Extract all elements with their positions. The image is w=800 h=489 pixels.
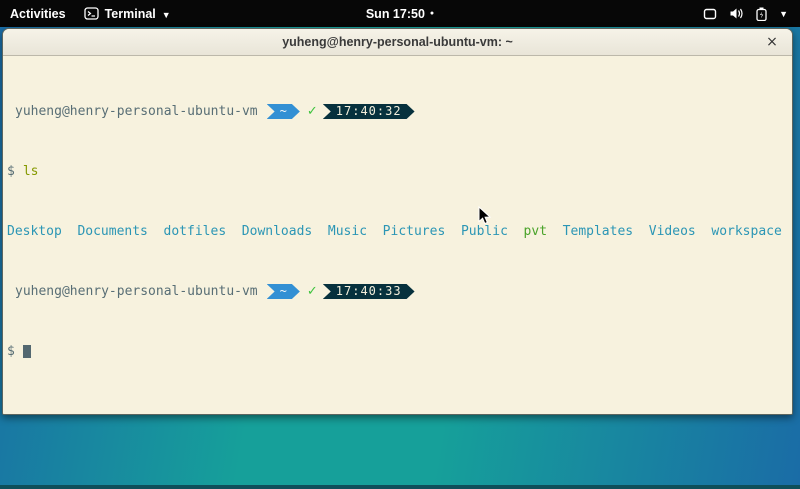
dir-entry: pvt (524, 224, 547, 239)
dir-entry: workspace (711, 224, 781, 239)
prompt-time-tag: 17:40:33 (323, 284, 415, 299)
dir-entry: Pictures (383, 224, 446, 239)
chevron-down-icon: ▼ (162, 10, 171, 20)
dir-entry: Templates (563, 224, 633, 239)
system-status-area[interactable]: ▼ (703, 0, 792, 27)
terminal-window: yuheng@henry-personal-ubuntu-vm: ~ × yuh… (2, 28, 793, 415)
dir-entry: Downloads (242, 224, 312, 239)
command-text: ls (23, 164, 39, 179)
ls-output-line: Desktop Documents dotfiles Downloads Mus… (7, 224, 792, 239)
dir-entry: dotfiles (164, 224, 227, 239)
desktop-bottom-edge (0, 485, 800, 489)
dir-entry: Music (328, 224, 367, 239)
prompt-user-host: yuheng@henry-personal-ubuntu-vm (7, 104, 258, 119)
prompt-status-check-icon: ✓ (307, 104, 318, 119)
gnome-top-bar: Activities Terminal ▼ Sun 17:50 ● (0, 0, 800, 27)
activities-button[interactable]: Activities (10, 7, 66, 21)
clock[interactable]: Sun 17:50 (366, 7, 425, 21)
dir-entry: Documents (77, 224, 147, 239)
window-title: yuheng@henry-personal-ubuntu-vm: ~ (282, 35, 513, 49)
desktop-background[interactable]: yuheng@henry-personal-ubuntu-vm: ~ × yuh… (0, 27, 800, 489)
prompt-symbol: $ (7, 344, 15, 359)
close-button[interactable]: × (762, 32, 782, 52)
volume-icon (729, 7, 744, 20)
dir-entry: Public (461, 224, 508, 239)
chevron-down-icon: ▼ (779, 9, 788, 19)
app-menu-label: Terminal (105, 7, 156, 21)
prompt-symbol: $ (7, 164, 15, 179)
prompt-user-host: yuheng@henry-personal-ubuntu-vm (7, 284, 258, 299)
window-titlebar[interactable]: yuheng@henry-personal-ubuntu-vm: ~ × (3, 29, 792, 56)
prompt-status-check-icon: ✓ (307, 284, 318, 299)
terminal-content[interactable]: yuheng@henry-personal-ubuntu-vm ~ ✓ 17:4… (3, 56, 792, 415)
terminal-cursor (23, 345, 31, 358)
command-line: $ ls (7, 164, 792, 179)
screen-icon (703, 8, 717, 20)
prompt-cwd-tag: ~ (267, 104, 300, 119)
command-line-current[interactable]: $ (7, 344, 792, 359)
prompt-line: yuheng@henry-personal-ubuntu-vm ~ ✓ 17:4… (7, 284, 792, 299)
dir-entry: Videos (649, 224, 696, 239)
terminal-icon (84, 7, 99, 20)
notification-dot: ● (430, 10, 434, 17)
prompt-cwd-tag: ~ (267, 284, 300, 299)
prompt-time-tag: 17:40:32 (323, 104, 415, 119)
prompt-line: yuheng@henry-personal-ubuntu-vm ~ ✓ 17:4… (7, 104, 792, 119)
desktop-screen: Activities Terminal ▼ Sun 17:50 ● (0, 0, 800, 489)
app-menu-terminal[interactable]: Terminal ▼ (84, 7, 171, 21)
battery-charging-icon (756, 7, 767, 21)
dir-entry: Desktop (7, 224, 62, 239)
